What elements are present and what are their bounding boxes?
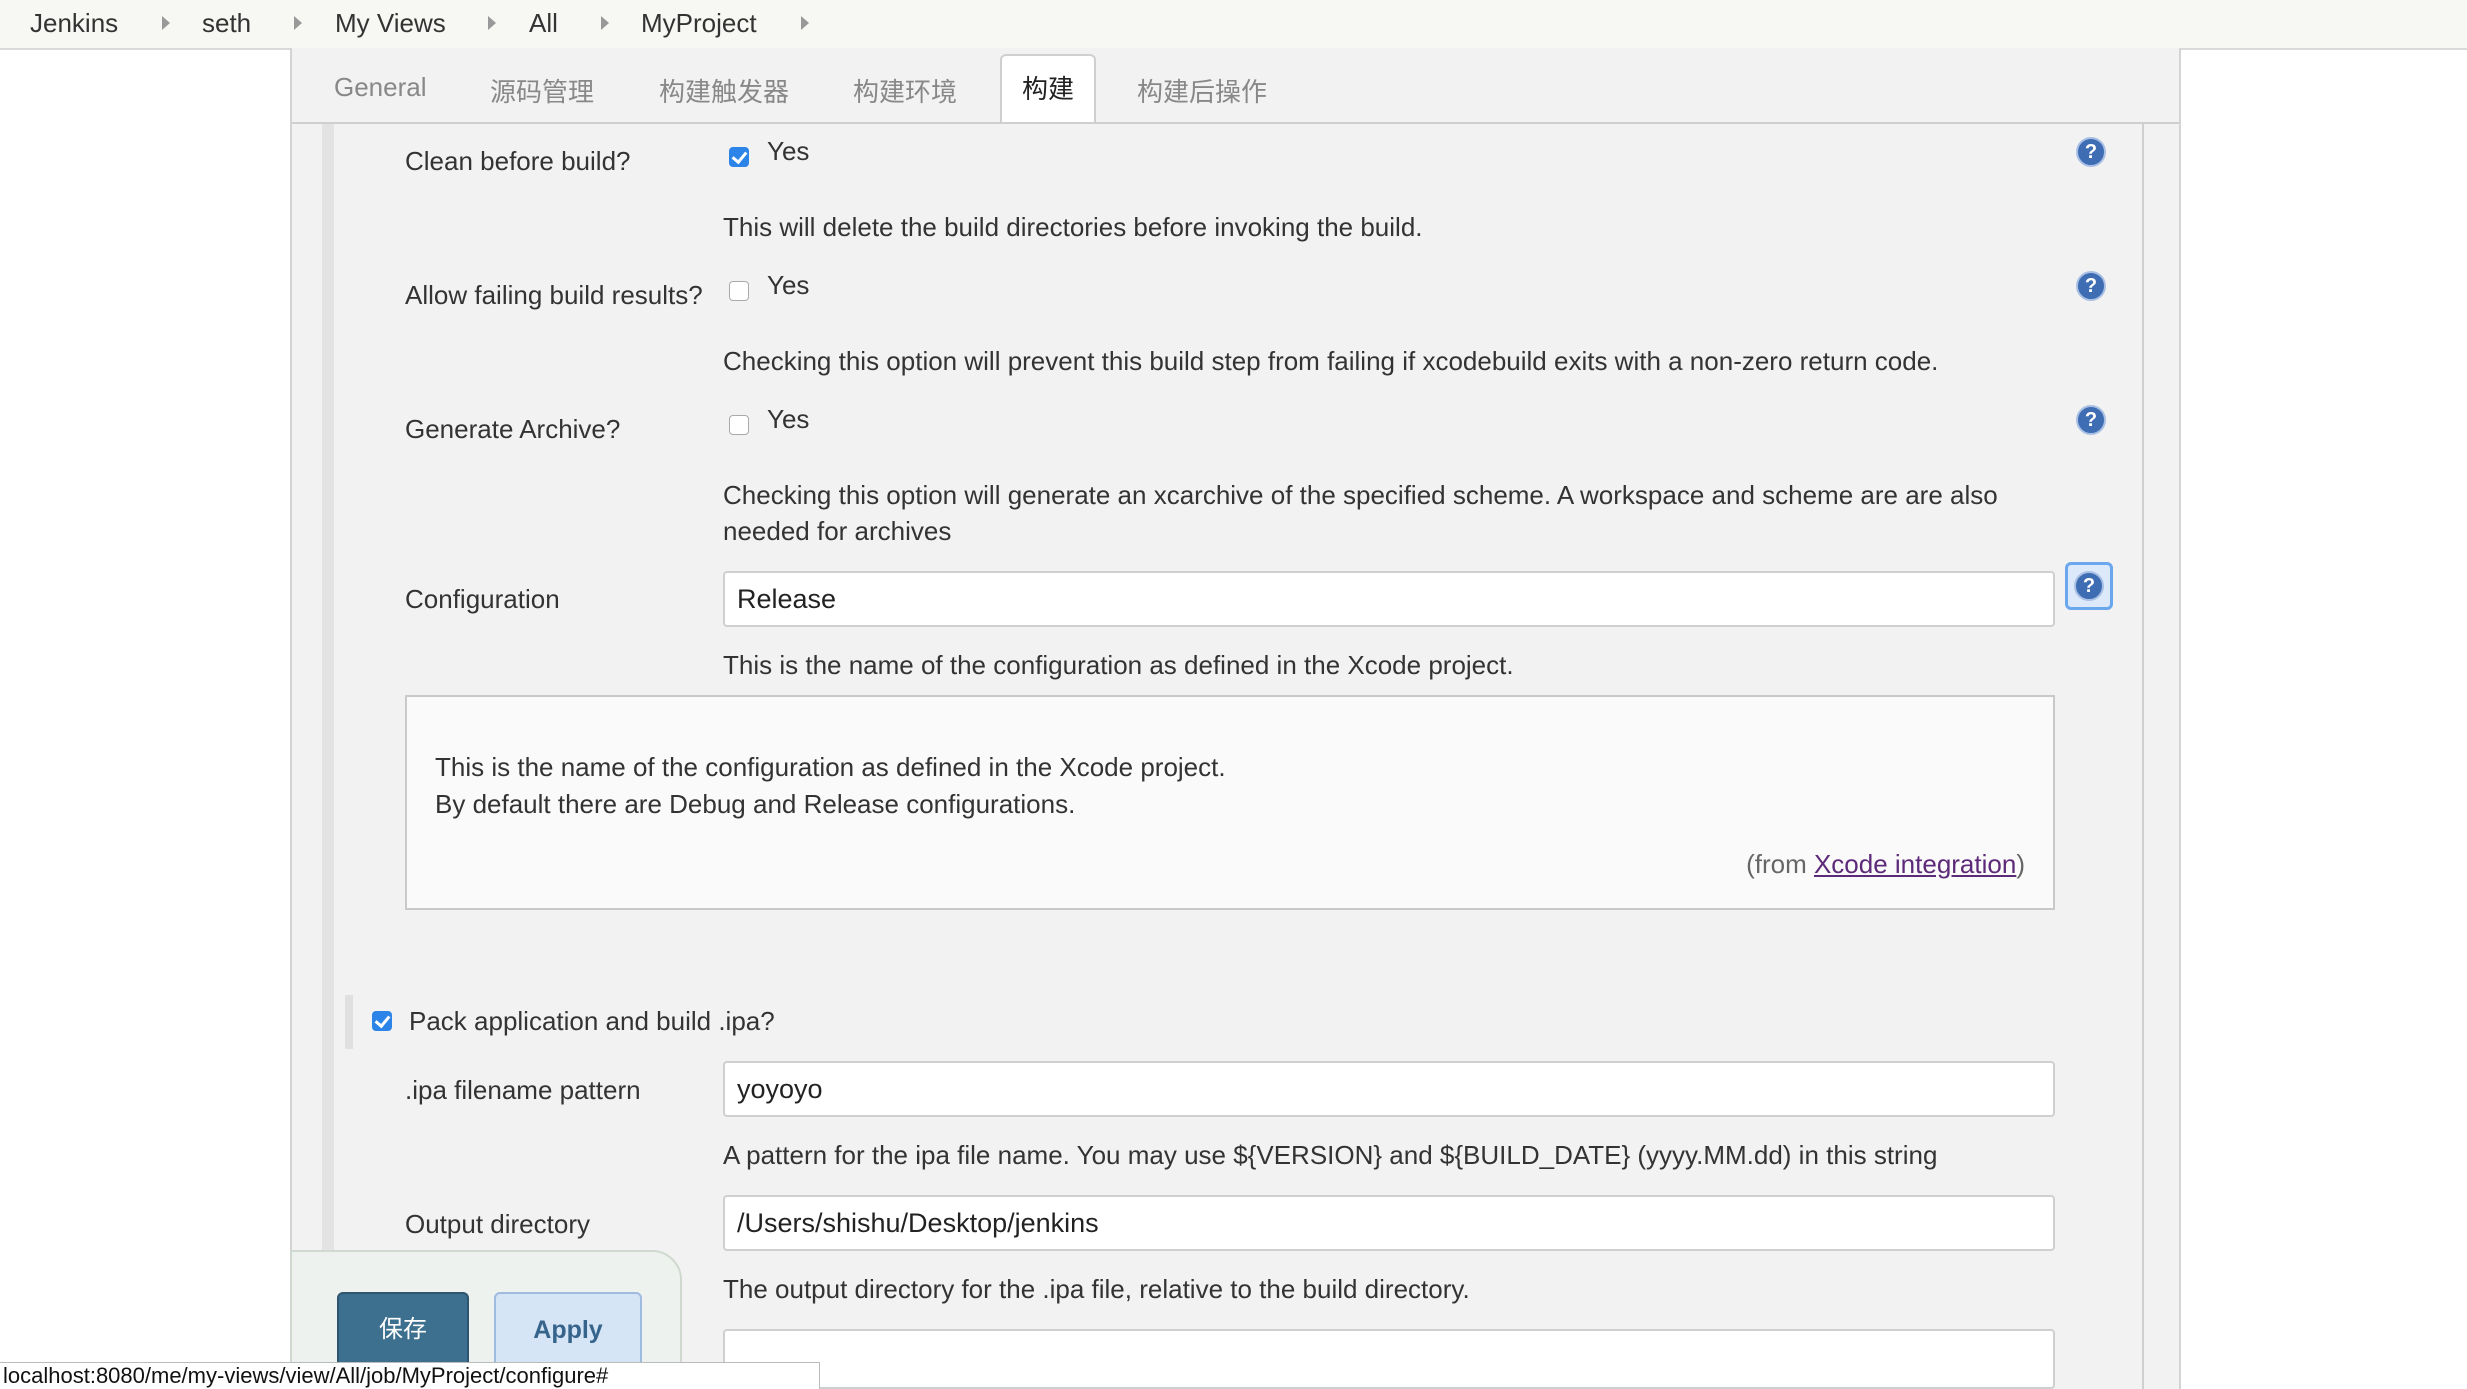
xcode-integration-link[interactable]: Xcode integration xyxy=(1814,849,2016,879)
help-box-text: This is the name of the configuration as… xyxy=(435,749,1226,823)
breadcrumb-arrow-icon[interactable] xyxy=(488,16,496,30)
archive-yes-label[interactable]: Yes xyxy=(767,404,809,435)
clean-yes-label[interactable]: Yes xyxy=(767,136,809,167)
clean-checkbox[interactable] xyxy=(729,147,749,167)
allow-failing-label: Allow failing build results? xyxy=(405,280,703,310)
ipa-pattern-description: A pattern for the ipa file name. You may… xyxy=(723,1140,1938,1170)
browser-status-url: localhost:8080/me/my-views/view/All/job/… xyxy=(0,1362,820,1389)
breadcrumb-arrow-icon[interactable] xyxy=(801,16,809,30)
next-field-input[interactable] xyxy=(723,1329,2055,1389)
configuration-help-box: This is the name of the configuration as… xyxy=(405,695,2055,910)
help-icon[interactable]: ? xyxy=(2076,137,2106,167)
help-box-line1: This is the name of the configuration as… xyxy=(435,752,1226,782)
allow-failing-description: Checking this option will prevent this b… xyxy=(723,346,1939,376)
output-dir-description: The output directory for the .ipa file, … xyxy=(723,1274,1470,1304)
allow-failing-checkbox[interactable] xyxy=(729,281,749,301)
allow-failing-yes-label[interactable]: Yes xyxy=(767,270,809,301)
breadcrumb-seth[interactable]: seth xyxy=(202,8,251,39)
section-right-border xyxy=(2142,124,2144,1389)
output-dir-input[interactable]: /Users/shishu/Desktop/jenkins xyxy=(723,1195,2055,1251)
save-button[interactable]: 保存 xyxy=(337,1292,469,1368)
breadcrumb: Jenkins seth My Views All MyProject xyxy=(0,0,2467,50)
tab-post-build[interactable]: 构建后操作 xyxy=(1137,72,1267,109)
breadcrumb-arrow-icon[interactable] xyxy=(162,16,170,30)
section-indent-bar xyxy=(322,124,334,1389)
tab-build-triggers[interactable]: 构建触发器 xyxy=(659,72,789,109)
tab-source-code[interactable]: 源码管理 xyxy=(490,72,594,109)
help-icon[interactable]: ? xyxy=(2076,405,2106,435)
section-bar xyxy=(345,995,353,1049)
archive-label: Generate Archive? xyxy=(405,414,621,444)
help-box-source: (from Xcode integration) xyxy=(1746,849,2025,880)
archive-description-line1: Checking this option will generate an xc… xyxy=(723,480,1998,510)
tab-general[interactable]: General xyxy=(334,72,427,103)
tab-bar: General 源码管理 构建触发器 构建环境 构建 构建后操作 xyxy=(292,48,2179,124)
pack-ipa-label[interactable]: Pack application and build .ipa? xyxy=(409,1006,775,1037)
clean-description: This will delete the build directories b… xyxy=(723,212,1423,242)
help-icon[interactable]: ? xyxy=(2074,571,2104,601)
breadcrumb-arrow-icon[interactable] xyxy=(601,16,609,30)
apply-button[interactable]: Apply xyxy=(494,1292,642,1368)
help-box-from-prefix: (from xyxy=(1746,849,1814,879)
clean-label: Clean before build? xyxy=(405,146,631,176)
breadcrumb-arrow-icon[interactable] xyxy=(294,16,302,30)
configuration-description: This is the name of the configuration as… xyxy=(723,650,1514,680)
tab-build-environment[interactable]: 构建环境 xyxy=(853,72,957,109)
archive-description-line2: needed for archives xyxy=(723,516,952,546)
breadcrumb-myproject[interactable]: MyProject xyxy=(641,8,757,39)
configuration-label: Configuration xyxy=(405,584,560,614)
help-box-line2: By default there are Debug and Release c… xyxy=(435,789,1076,819)
help-box-from-suffix: ) xyxy=(2016,849,2025,879)
breadcrumb-all[interactable]: All xyxy=(529,8,558,39)
ipa-pattern-label: .ipa filename pattern xyxy=(405,1075,641,1105)
output-dir-label: Output directory xyxy=(405,1209,590,1239)
tab-build[interactable]: 构建 xyxy=(1000,54,1097,122)
archive-checkbox[interactable] xyxy=(729,415,749,435)
breadcrumb-jenkins[interactable]: Jenkins xyxy=(30,8,118,39)
pack-ipa-checkbox[interactable] xyxy=(372,1011,392,1031)
help-icon[interactable]: ? xyxy=(2076,271,2106,301)
configuration-input[interactable]: Release xyxy=(723,571,2055,627)
breadcrumb-my-views[interactable]: My Views xyxy=(335,8,446,39)
ipa-pattern-input[interactable]: yoyoyo xyxy=(723,1061,2055,1117)
